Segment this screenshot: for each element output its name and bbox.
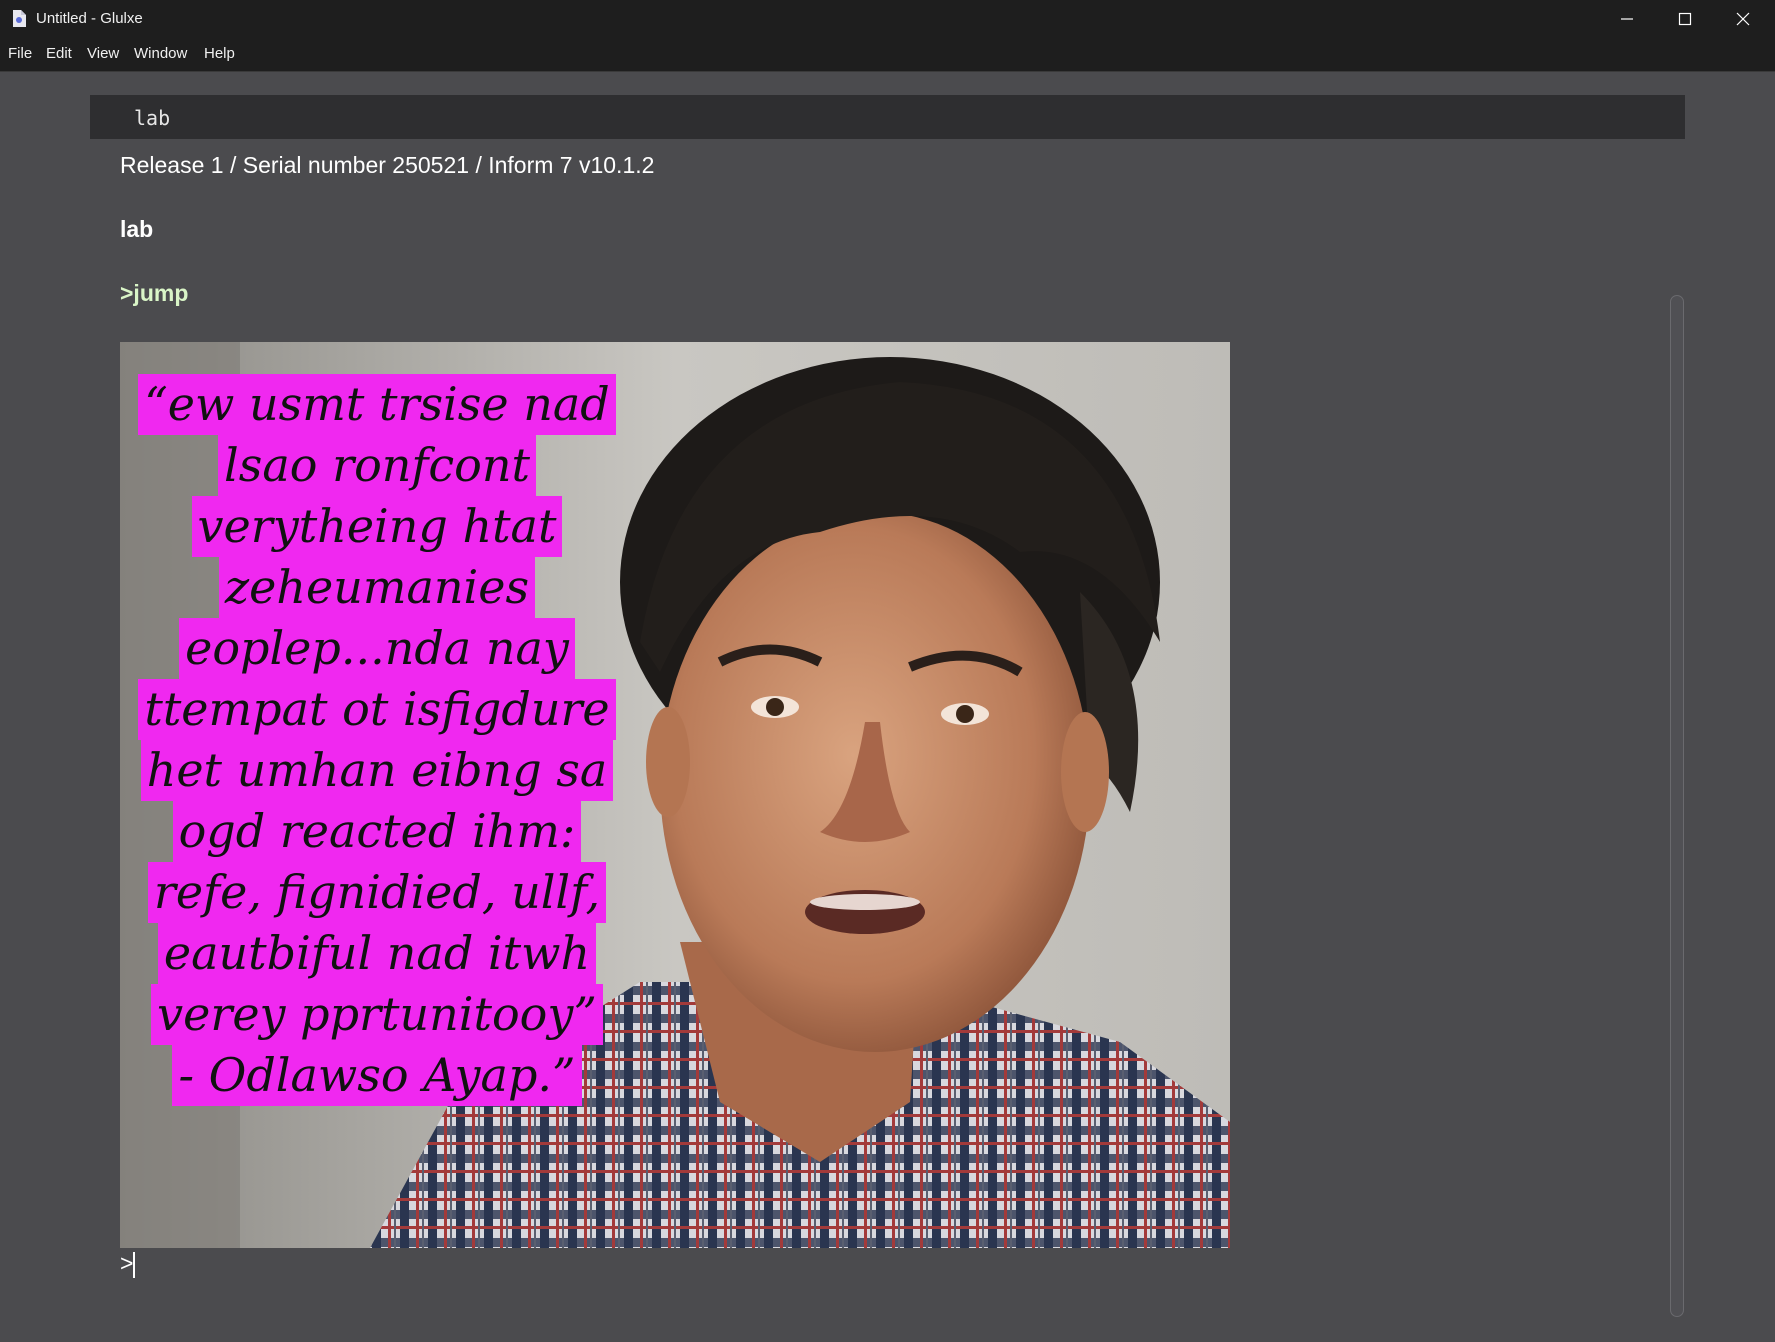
menu-view[interactable]: View	[87, 45, 119, 62]
release-line: Release 1 / Serial number 250521 / Infor…	[120, 152, 655, 178]
quote-line: “ew usmt trsise nad	[138, 374, 616, 435]
quote-line: eautbiful nad itwh	[157, 923, 597, 984]
window-title: Untitled - Glulxe	[36, 10, 143, 27]
quote-line: het umhan eibng sa	[140, 740, 614, 801]
player-command: >jump	[120, 280, 189, 306]
quote-line: zeheumanies	[218, 557, 536, 618]
close-button[interactable]	[1714, 0, 1772, 38]
room-name: lab	[120, 216, 154, 242]
glulxe-window: Untitled - Glulxe File Edit View Window …	[0, 0, 1775, 1342]
menu-window[interactable]: Window	[134, 45, 187, 62]
quote-line: refe, fignidied, ullf,	[147, 862, 607, 923]
title-bar[interactable]: Untitled - Glulxe	[0, 0, 1775, 38]
vertical-scrollbar[interactable]	[1670, 295, 1684, 1317]
quote-line: verey pprtunitooy”	[151, 984, 603, 1045]
input-line[interactable]	[133, 1252, 135, 1278]
quote-line: ogd reacted ihm:	[172, 801, 582, 862]
quote-line: verytheing htat	[191, 496, 563, 557]
minimize-icon	[1621, 18, 1633, 20]
quote-line: eoplep...nda nay	[179, 618, 575, 679]
quote-line: lsao ronfcont	[218, 435, 536, 496]
quote-overlay: “ew usmt trsise nad lsao ronfcont veryth…	[138, 374, 616, 1106]
input-prompt: >	[120, 1250, 134, 1276]
quote-line: - Odlawso Ayap.”	[172, 1045, 582, 1106]
close-icon	[1736, 12, 1750, 26]
maximize-button[interactable]	[1656, 0, 1714, 38]
maximize-icon	[1678, 12, 1692, 26]
menu-file[interactable]: File	[8, 45, 32, 62]
status-location: lab	[134, 106, 171, 130]
menu-bar: File Edit View Window Help	[0, 38, 1775, 72]
menu-help[interactable]: Help	[204, 45, 235, 62]
document-icon	[13, 10, 26, 27]
status-bar: lab	[90, 95, 1685, 139]
menu-edit[interactable]: Edit	[46, 45, 72, 62]
minimize-button[interactable]	[1598, 0, 1656, 38]
story-image: “ew usmt trsise nad lsao ronfcont veryth…	[120, 342, 1230, 1248]
quote-line: ttempat ot isfigdure	[138, 679, 616, 740]
